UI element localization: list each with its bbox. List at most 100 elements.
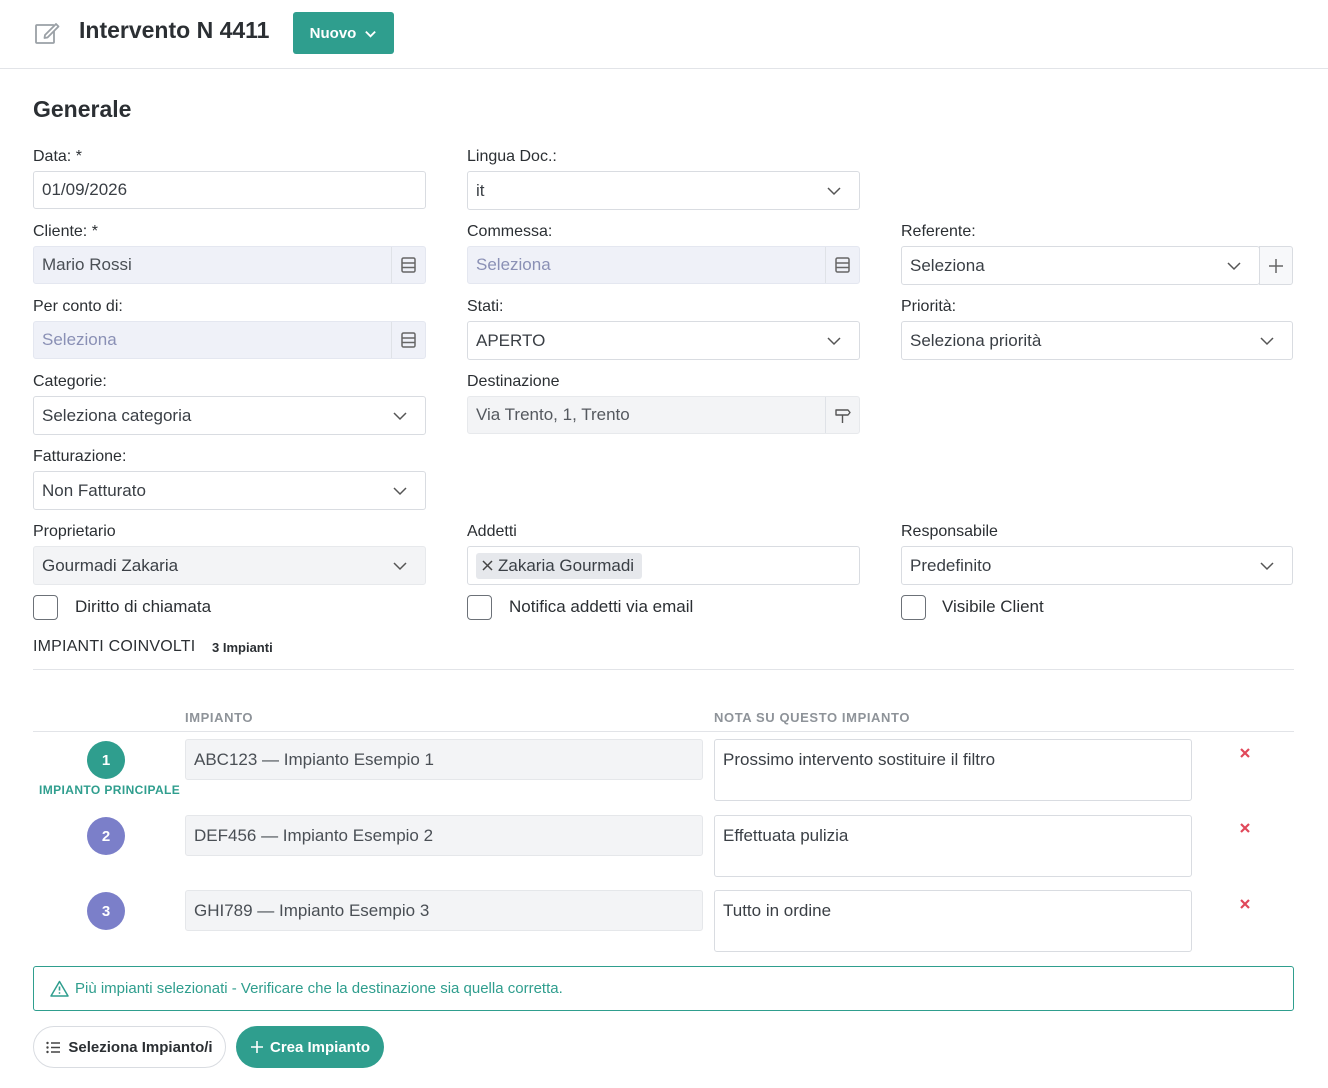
impianto-principale-label: IMPIANTO PRINCIPALE <box>39 783 181 797</box>
alert-text: Più impianti selezionati - Verificare ch… <box>75 980 563 997</box>
referente-select[interactable]: Seleziona <box>901 246 1293 285</box>
impianto-note-textarea[interactable]: Prossimo intervento sostituire il filtro <box>714 739 1192 801</box>
date-input[interactable]: 01/09/2026 <box>33 171 426 209</box>
chevron-down-icon <box>1260 562 1274 571</box>
destinazione-value: Via Trento, 1, Trento <box>476 405 630 424</box>
chevron-down-icon <box>1260 337 1274 346</box>
diritto-checkbox[interactable] <box>33 595 58 620</box>
impianto-note-value: Prossimo intervento sostituire il filtro <box>723 750 996 769</box>
categorie-label: Categorie: <box>33 373 107 390</box>
referente-label: Referente: <box>901 223 976 240</box>
lingua-value: it <box>476 180 485 200</box>
impianto-value: GHI789 — Impianto Esempio 3 <box>194 900 430 920</box>
signpost-icon <box>835 408 851 423</box>
new-button-label: Nuovo <box>309 24 357 42</box>
priorita-select[interactable]: Seleziona priorità <box>901 321 1293 360</box>
impianto-number-badge: 2 <box>87 817 125 855</box>
addetto-tag: Zakaria Gourmadi <box>476 552 643 579</box>
visibile-checkbox[interactable] <box>901 595 926 620</box>
create-impianto-label: Crea Impianto <box>269 1038 371 1056</box>
impianto-field[interactable]: DEF456 — Impianto Esempio 2 <box>185 815 703 856</box>
commessa-placeholder: Seleziona <box>476 255 551 274</box>
impianto-value: DEF456 — Impianto Esempio 2 <box>194 825 434 845</box>
delete-x-icon[interactable] <box>1237 896 1253 912</box>
addetti-label: Addetti <box>467 523 517 540</box>
top-bar: Intervento N 4411 Nuovo <box>0 0 1328 69</box>
responsabile-value: Predefinito <box>910 555 992 575</box>
list-box-icon <box>401 257 416 273</box>
fatturazione-label: Fatturazione: <box>33 448 127 465</box>
fatturazione-select[interactable]: Non Fatturato <box>33 471 426 510</box>
addetto-tag-label: Zakaria Gourmadi <box>498 555 635 575</box>
chevron-down-icon <box>1227 262 1241 271</box>
fatturazione-value: Non Fatturato <box>42 480 146 500</box>
commessa-lookup-button[interactable] <box>825 247 859 283</box>
categorie-select[interactable]: Seleziona categoria <box>33 396 426 435</box>
lingua-label: Lingua Doc.: <box>467 148 557 165</box>
priorita-value: Seleziona priorità <box>910 330 1042 350</box>
notifica-checkbox[interactable] <box>467 595 492 620</box>
plus-icon <box>1269 258 1283 273</box>
per-conto-lookup-button[interactable] <box>391 322 425 358</box>
date-value: 01/09/2026 <box>42 180 128 199</box>
responsabile-select[interactable]: Predefinito <box>901 546 1293 585</box>
impianti-heading: IMPIANTI COINVOLTI <box>33 638 196 655</box>
priorita-label: Priorità: <box>901 298 957 315</box>
col-nota-header: NOTA SU QUESTO IMPIANTO <box>714 710 911 725</box>
per-conto-label: Per conto di: <box>33 298 123 315</box>
cliente-lookup-button[interactable] <box>391 247 425 283</box>
addetti-multiselect[interactable]: Zakaria Gourmadi <box>467 546 860 585</box>
list-icon <box>46 1041 61 1053</box>
categorie-value: Seleziona categoria <box>42 405 192 425</box>
data-label: Data: * <box>33 148 82 165</box>
chevron-down-icon <box>365 30 377 38</box>
impianto-note-textarea[interactable]: Tutto in ordine <box>714 890 1192 952</box>
impianto-field[interactable]: ABC123 — Impianto Esempio 1 <box>185 739 703 780</box>
section-title: Generale <box>33 96 132 122</box>
col-impianto-header: IMPIANTO <box>185 710 254 725</box>
impianto-note-value: Tutto in ordine <box>723 901 832 920</box>
edit-icon <box>35 23 60 44</box>
chevron-down-icon <box>827 337 841 346</box>
warning-alert: Più impianti selezionati - Verificare ch… <box>33 966 1294 1011</box>
list-box-icon <box>401 332 416 348</box>
cliente-input[interactable]: Mario Rossi <box>33 246 426 284</box>
select-impianti-button[interactable]: Seleziona Impianto/i <box>33 1026 226 1068</box>
impianto-note-textarea[interactable]: Effettuata pulizia <box>714 815 1192 877</box>
per-conto-placeholder: Seleziona <box>42 330 117 349</box>
delete-x-icon[interactable] <box>1237 820 1253 836</box>
create-impianto-button[interactable]: Crea Impianto <box>236 1026 384 1068</box>
per-conto-input[interactable]: Seleziona <box>33 321 426 359</box>
table-header-divider <box>33 731 1294 732</box>
select-impianti-label: Seleziona Impianto/i <box>68 1038 213 1056</box>
destinazione-input[interactable]: Via Trento, 1, Trento <box>467 396 860 434</box>
delete-x-icon[interactable] <box>1237 745 1253 761</box>
stati-select[interactable]: APERTO <box>467 321 860 360</box>
destinazione-label: Destinazione <box>467 373 560 390</box>
impianto-number-badge: 1 <box>87 741 125 779</box>
divider <box>33 669 1294 670</box>
cliente-value: Mario Rossi <box>42 255 132 274</box>
chevron-down-icon <box>827 187 841 196</box>
page-title: Intervento N 4411 <box>79 17 270 43</box>
lingua-select[interactable]: it <box>467 171 860 210</box>
destinazione-button[interactable] <box>825 397 859 433</box>
chevron-down-icon <box>393 412 407 421</box>
referente-value: Seleziona <box>910 255 985 275</box>
cliente-label: Cliente: * <box>33 223 98 240</box>
chevron-down-icon <box>393 562 407 571</box>
proprietario-label: Proprietario <box>33 523 116 540</box>
add-referente-button[interactable] <box>1259 246 1293 285</box>
impianto-number-badge: 3 <box>87 892 125 930</box>
impianto-field[interactable]: GHI789 — Impianto Esempio 3 <box>185 890 703 931</box>
commessa-input[interactable]: Seleziona <box>467 246 860 284</box>
proprietario-select[interactable]: Gourmadi Zakaria <box>33 546 426 585</box>
close-icon[interactable] <box>482 560 493 571</box>
list-box-icon <box>835 257 850 273</box>
warning-icon <box>50 980 69 997</box>
impianto-value: ABC123 — Impianto Esempio 1 <box>194 749 435 769</box>
stati-value: APERTO <box>476 330 546 350</box>
chevron-down-icon <box>393 487 407 496</box>
new-dropdown-button[interactable]: Nuovo <box>293 12 394 54</box>
impianto-note-value: Effettuata pulizia <box>723 826 849 845</box>
